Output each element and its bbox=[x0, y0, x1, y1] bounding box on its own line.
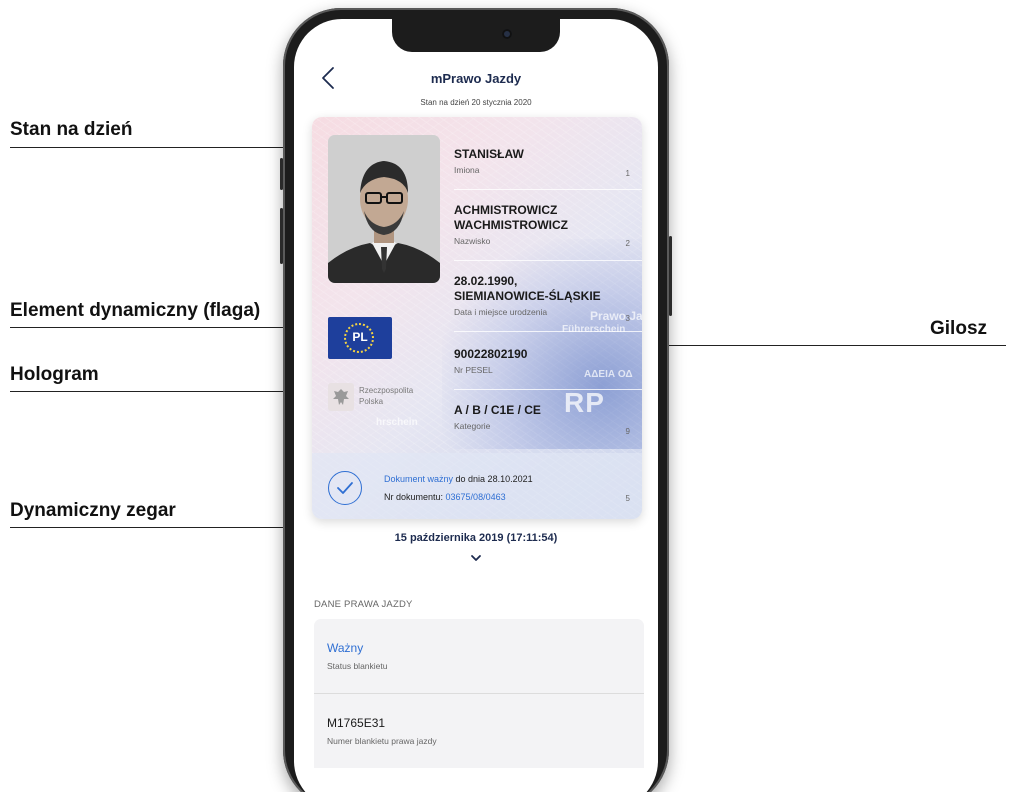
phone-side-button-right bbox=[669, 236, 672, 316]
eu-flag-icon: PL bbox=[328, 317, 392, 359]
field-number: 5 bbox=[625, 494, 630, 503]
field-value: STANISŁAW bbox=[454, 147, 524, 161]
blank-number-label: Numer blankietu prawa jazdy bbox=[327, 736, 437, 746]
watermark-text: hrschein bbox=[376, 417, 418, 428]
field-birth: 28.02.1990, SIEMIANOWICE-ŚLĄSKIE Data i … bbox=[454, 274, 642, 323]
callout-line-dynamic-flag bbox=[10, 327, 328, 328]
field-first-name: STANISŁAW Imiona 1 bbox=[454, 147, 642, 178]
portrait-photo bbox=[328, 135, 440, 283]
document-valid-until: do dnia 28.10.2021 bbox=[453, 474, 533, 484]
watermark-text: Führerschein bbox=[562, 324, 626, 335]
divider bbox=[454, 260, 642, 261]
list-item-blank-number[interactable]: M1765E31 Numer blankietu prawa jazdy bbox=[314, 694, 644, 768]
field-label: Nazwisko bbox=[454, 236, 491, 246]
phone-notch bbox=[392, 19, 560, 52]
check-circle-icon bbox=[328, 471, 362, 505]
field-number: 9 bbox=[625, 427, 630, 436]
callout-hologram: Hologram bbox=[10, 364, 99, 385]
field-last-name: ACHMISTROWICZ WACHMISTROWICZ Nazwisko 2 bbox=[454, 203, 642, 248]
document-status: Dokument ważny do dnia 28.10.2021 Nr dok… bbox=[312, 453, 642, 519]
document-number-label: Nr dokumentu: bbox=[384, 492, 446, 502]
callout-state-date: Stan na dzień bbox=[10, 119, 133, 140]
page-title: mPrawo Jazdy bbox=[430, 71, 522, 86]
phone-screen: mPrawo Jazdy Stan na dzień 20 stycznia 2… bbox=[294, 19, 658, 792]
blank-number-value: M1765E31 bbox=[327, 716, 386, 730]
expand-button[interactable] bbox=[466, 551, 486, 565]
eagle-emblem-icon bbox=[328, 383, 354, 411]
phone-side-button-left bbox=[280, 158, 283, 190]
status-label: Status blankietu bbox=[327, 661, 388, 671]
field-pesel: 90022802190 Nr PESEL bbox=[454, 347, 642, 375]
list-item-status[interactable]: Ważny Status blankietu bbox=[314, 619, 644, 693]
status-value: Ważny bbox=[327, 641, 364, 655]
field-number: 1 bbox=[625, 169, 630, 178]
state-date-text: Stan na dzień 20 stycznia 2020 bbox=[420, 98, 532, 107]
field-label: Imiona bbox=[454, 165, 480, 175]
field-label: Nr PESEL bbox=[454, 365, 493, 375]
infographic-stage: Stan na dzień Element dynamiczny (flaga)… bbox=[0, 0, 1010, 792]
field-value: 28.02.1990, SIEMIANOWICE-ŚLĄSKIE bbox=[454, 274, 601, 303]
emblem-text: Rzeczpospolita Polska bbox=[359, 386, 414, 406]
field-value: A / B / C1E / CE bbox=[454, 403, 541, 417]
camera-icon bbox=[502, 29, 512, 39]
field-label: Data i miejsce urodzenia bbox=[454, 307, 548, 317]
field-label: Kategorie bbox=[454, 421, 491, 431]
callout-line-dynamic-clock bbox=[10, 527, 315, 528]
dynamic-clock: 15 października 2019 (17:11:54) bbox=[394, 532, 558, 544]
field-number: 3 bbox=[625, 314, 630, 323]
document-number-value: 03675/08/0463 bbox=[445, 492, 506, 502]
field-value: ACHMISTROWICZ WACHMISTROWICZ bbox=[454, 203, 568, 232]
callout-dynamic-clock: Dynamiczny zegar bbox=[10, 500, 176, 521]
divider bbox=[454, 189, 642, 190]
field-categories: A / B / C1E / CE Kategorie 9 bbox=[454, 403, 642, 436]
document-valid-text: Dokument ważny do dnia 28.10.2021 bbox=[384, 474, 533, 484]
field-number: 2 bbox=[625, 239, 630, 248]
chevron-down-icon bbox=[471, 555, 481, 561]
field-value: 90022802190 bbox=[454, 347, 528, 361]
license-card: Prawo Jaz Führerschein ΑΔΕΙΑ ΟΔ hrschein… bbox=[312, 117, 642, 519]
divider bbox=[454, 389, 642, 390]
phone-side-button-left-2 bbox=[280, 208, 283, 264]
callout-guilloche: Gilosz bbox=[930, 318, 988, 339]
callout-line-hologram bbox=[10, 391, 328, 392]
document-number-text: Nr dokumentu: 03675/08/0463 bbox=[384, 492, 506, 502]
country-code: PL bbox=[352, 330, 368, 344]
document-valid-label: Dokument ważny bbox=[384, 474, 454, 484]
phone-frame: mPrawo Jazdy Stan na dzień 20 stycznia 2… bbox=[280, 8, 672, 792]
callout-dynamic-flag: Element dynamiczny (flaga) bbox=[10, 300, 261, 321]
callout-line-state-date bbox=[10, 147, 315, 148]
section-title: DANE PRAWA JAZDY bbox=[314, 599, 413, 610]
divider bbox=[454, 331, 642, 332]
